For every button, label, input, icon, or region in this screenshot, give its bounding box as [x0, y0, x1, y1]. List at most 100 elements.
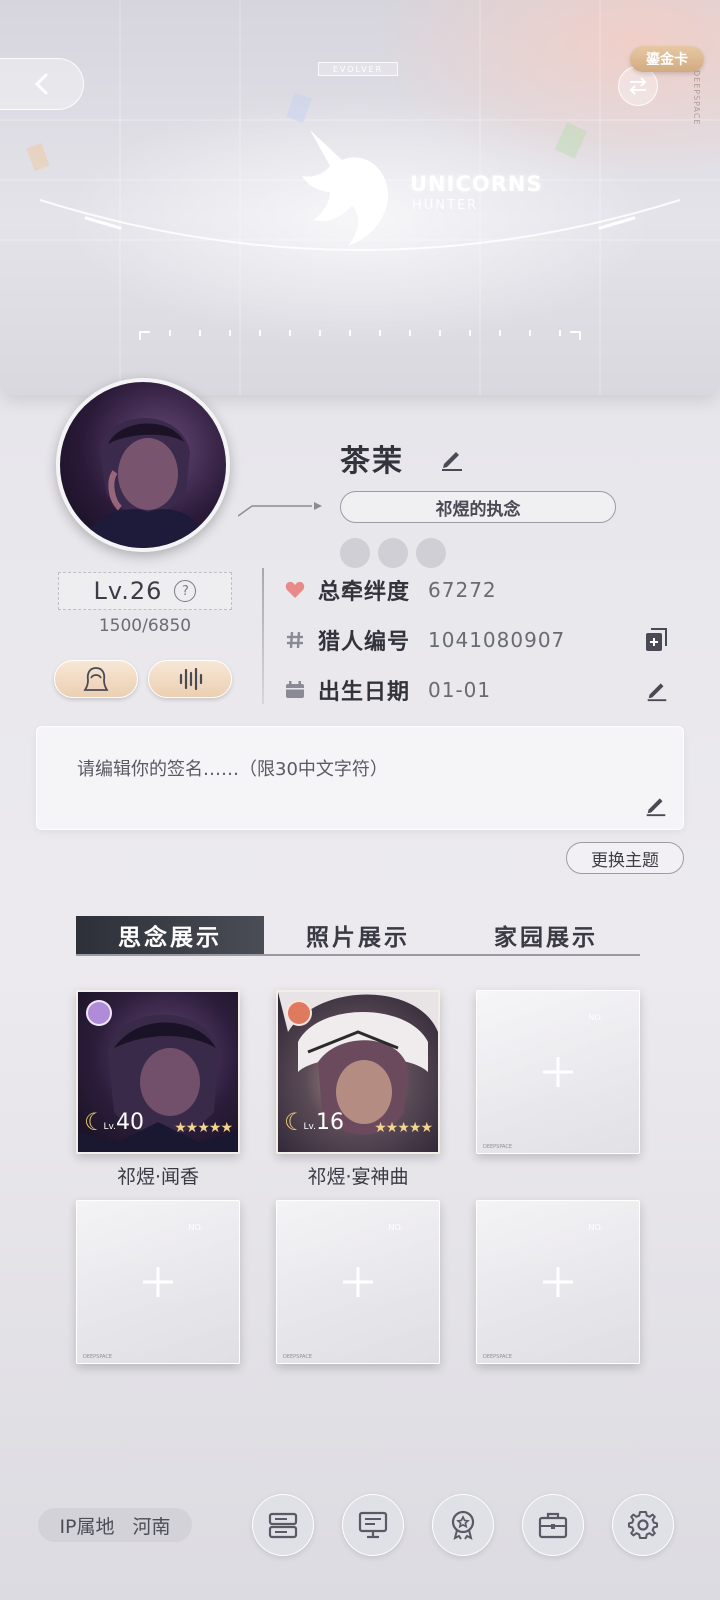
star-rating: ★★★★★: [174, 1120, 233, 1136]
edit-nickname-button[interactable]: [438, 444, 466, 472]
logo-title: UNICORNS: [410, 172, 543, 196]
title-connector: [238, 502, 322, 517]
id-card-icon: [268, 1512, 298, 1539]
edit-birthday-button[interactable]: [644, 676, 670, 702]
settings-button[interactable]: [612, 1494, 674, 1556]
empty-slot[interactable]: NO. DEEPSPACE: [76, 1200, 240, 1364]
lv-prefix: Lv.: [103, 1122, 117, 1132]
card-level: ☾ Lv. 16: [284, 1110, 344, 1134]
gold-card-badge[interactable]: 鎏金卡: [630, 46, 704, 72]
exp-text: 1500/6850: [98, 616, 192, 636]
slot-number-tag: NO.: [588, 1223, 604, 1232]
evolver-tag: EVOLVER: [318, 62, 398, 76]
medal-icon: [451, 1510, 475, 1540]
achievement-button[interactable]: [432, 1494, 494, 1556]
slot-footer: DEEPSPACE: [483, 1354, 513, 1360]
stat-value: 1041080907: [428, 628, 566, 652]
medal-slot-3[interactable]: [416, 538, 446, 568]
empty-slot[interactable]: NO. DEEPSPACE: [276, 1200, 440, 1364]
board-button[interactable]: [342, 1494, 404, 1556]
monitor-icon: [358, 1511, 388, 1539]
stat-value: 67272: [428, 578, 497, 602]
copy-id-button[interactable]: [644, 627, 670, 653]
soundwave-icon: [179, 667, 203, 691]
stats-divider: [262, 568, 264, 704]
memory-card-1[interactable]: ☾ Lv. 40 ★★★★★: [76, 990, 240, 1154]
pencil-icon: [442, 452, 462, 471]
tab-underline: [76, 954, 640, 956]
nickname: 茶茉: [340, 444, 404, 479]
unicorn-icon: [302, 130, 389, 246]
slot-footer: DEEPSPACE: [483, 1144, 513, 1150]
bag-button[interactable]: [522, 1494, 584, 1556]
star-rating: ★★★★★: [374, 1120, 433, 1136]
profile-banner: EVOLVER UNICORNS HUNTER DEEPSPACE: [0, 0, 720, 395]
character-button[interactable]: [54, 660, 138, 698]
copy-icon: [646, 628, 667, 651]
tab-memories[interactable]: 思念展示: [76, 916, 264, 954]
lv-prefix: Lv.: [303, 1122, 317, 1132]
avatar-portrait: [80, 418, 210, 548]
side-brand-text: DEEPSPACE: [692, 70, 701, 126]
add-icon: [543, 1267, 573, 1297]
card-level: ☾ Lv. 40: [84, 1110, 144, 1134]
medal-slot-1[interactable]: [340, 538, 370, 568]
ip-value: 河南: [132, 1515, 171, 1538]
pencil-icon: [646, 798, 666, 817]
heart-icon: [284, 579, 306, 601]
stat-row-birthday: 出生日期 01-01: [284, 674, 491, 706]
lv-number: 16: [316, 1110, 345, 1135]
level-box: Lv.26 ?: [58, 572, 232, 610]
female-avatar-icon: [83, 667, 109, 691]
briefcase-icon: [538, 1512, 568, 1539]
level-text: Lv.26: [93, 577, 163, 605]
rarity-icon: [86, 1000, 112, 1026]
chevron-left-icon: [34, 73, 47, 95]
logo-subtitle: HUNTER: [412, 198, 479, 213]
stat-row-bond: 总牵绊度 67272: [284, 574, 497, 606]
gear-icon: [628, 1511, 658, 1539]
lv-number: 40: [116, 1110, 145, 1135]
stat-label: 猎人编号: [318, 630, 411, 655]
medal-slot-2[interactable]: [378, 538, 408, 568]
swap-arrows-icon: [629, 77, 647, 95]
slot-number-tag: NO.: [188, 1223, 204, 1232]
stat-label: 总牵绊度: [318, 580, 411, 605]
slot-number-tag: NO.: [388, 1223, 404, 1232]
stat-row-hunter-id: 猎人编号 1041080907: [284, 624, 565, 656]
stat-value: 01-01: [428, 678, 492, 702]
back-button[interactable]: [0, 58, 84, 110]
pencil-icon: [647, 683, 667, 702]
slot-footer: DEEPSPACE: [283, 1354, 313, 1360]
memory-card-2[interactable]: ☾ Lv. 16 ★★★★★: [276, 990, 440, 1154]
card-list-button[interactable]: [252, 1494, 314, 1556]
card-name: 祁煜·闻香: [116, 1166, 200, 1188]
moon-icon: ☾: [84, 1108, 106, 1136]
edit-signature-button[interactable]: [643, 791, 669, 817]
voice-button[interactable]: [148, 660, 232, 698]
help-icon[interactable]: ?: [174, 580, 197, 602]
signature-placeholder: 请编辑你的签名……（限30中文字符）: [77, 759, 388, 780]
calendar-icon: [284, 679, 306, 701]
slot-footer: DEEPSPACE: [83, 1354, 113, 1360]
tab-home[interactable]: 家园展示: [452, 916, 640, 954]
empty-slot[interactable]: NO. DEEPSPACE: [476, 1200, 640, 1364]
add-icon: [143, 1267, 173, 1297]
slot-number-tag: NO.: [588, 1013, 604, 1022]
card-name: 祁煜·宴神曲: [307, 1166, 409, 1188]
stat-label: 出生日期: [318, 680, 411, 705]
tab-photos[interactable]: 照片展示: [264, 916, 452, 954]
rarity-icon: [286, 1000, 312, 1026]
hash-icon: [284, 629, 306, 651]
moon-icon: ☾: [284, 1108, 306, 1136]
title-badge[interactable]: 祁煜的执念: [340, 491, 616, 523]
change-theme-button[interactable]: 更换主题: [566, 842, 684, 874]
avatar[interactable]: [56, 378, 230, 552]
add-icon: [543, 1057, 573, 1087]
add-icon: [343, 1267, 373, 1297]
ip-label: IP属地: [59, 1515, 115, 1538]
switch-card-button[interactable]: [618, 66, 658, 106]
signature-field[interactable]: 请编辑你的签名……（限30中文字符）: [36, 726, 684, 830]
empty-slot[interactable]: NO. DEEPSPACE: [476, 990, 640, 1154]
showcase-tabs: 思念展示 照片展示 家园展示: [76, 916, 640, 956]
